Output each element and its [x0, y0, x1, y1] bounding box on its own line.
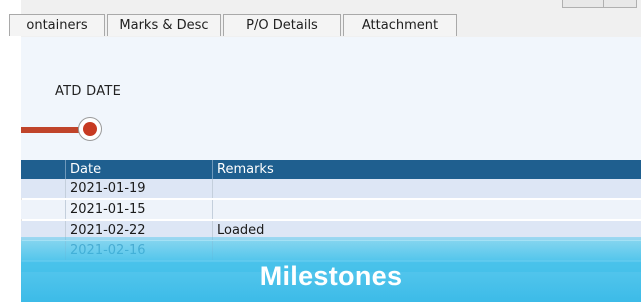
table-row[interactable]: 2021-01-19 — [21, 179, 641, 198]
tab-marks-desc[interactable]: Marks & Desc — [107, 14, 221, 36]
row-number-header — [21, 160, 65, 179]
left-gutter — [0, 0, 22, 302]
date-cell[interactable]: 2021-01-19 — [65, 179, 212, 198]
remarks-cell[interactable] — [212, 200, 641, 219]
table-row[interactable]: 2021-01-15 — [21, 200, 641, 219]
tab-bar: ontainers Marks & Desc P/O Details Attac… — [9, 14, 641, 38]
tab-containers[interactable]: ontainers — [9, 14, 105, 36]
window-top-strip — [21, 0, 641, 14]
tab-attachment[interactable]: Attachment — [343, 14, 457, 36]
milestone-panel: ATD DATE — [21, 37, 641, 160]
milestone-label: ATD DATE — [55, 84, 122, 99]
row-number-cell — [21, 200, 65, 219]
window-control-button[interactable] — [603, 0, 637, 8]
window-control-button[interactable] — [562, 0, 604, 8]
milestone-node-icon[interactable] — [83, 122, 97, 136]
banner-title: Milestones — [259, 261, 403, 291]
column-header-date[interactable]: Date — [65, 160, 212, 179]
row-number-cell — [21, 179, 65, 198]
remarks-cell[interactable] — [212, 179, 641, 198]
column-header-remarks[interactable]: Remarks — [212, 160, 641, 179]
tab-po-details[interactable]: P/O Details — [223, 14, 341, 36]
date-cell[interactable]: 2021-01-15 — [65, 200, 212, 219]
grid-header: Date Remarks — [21, 160, 641, 179]
